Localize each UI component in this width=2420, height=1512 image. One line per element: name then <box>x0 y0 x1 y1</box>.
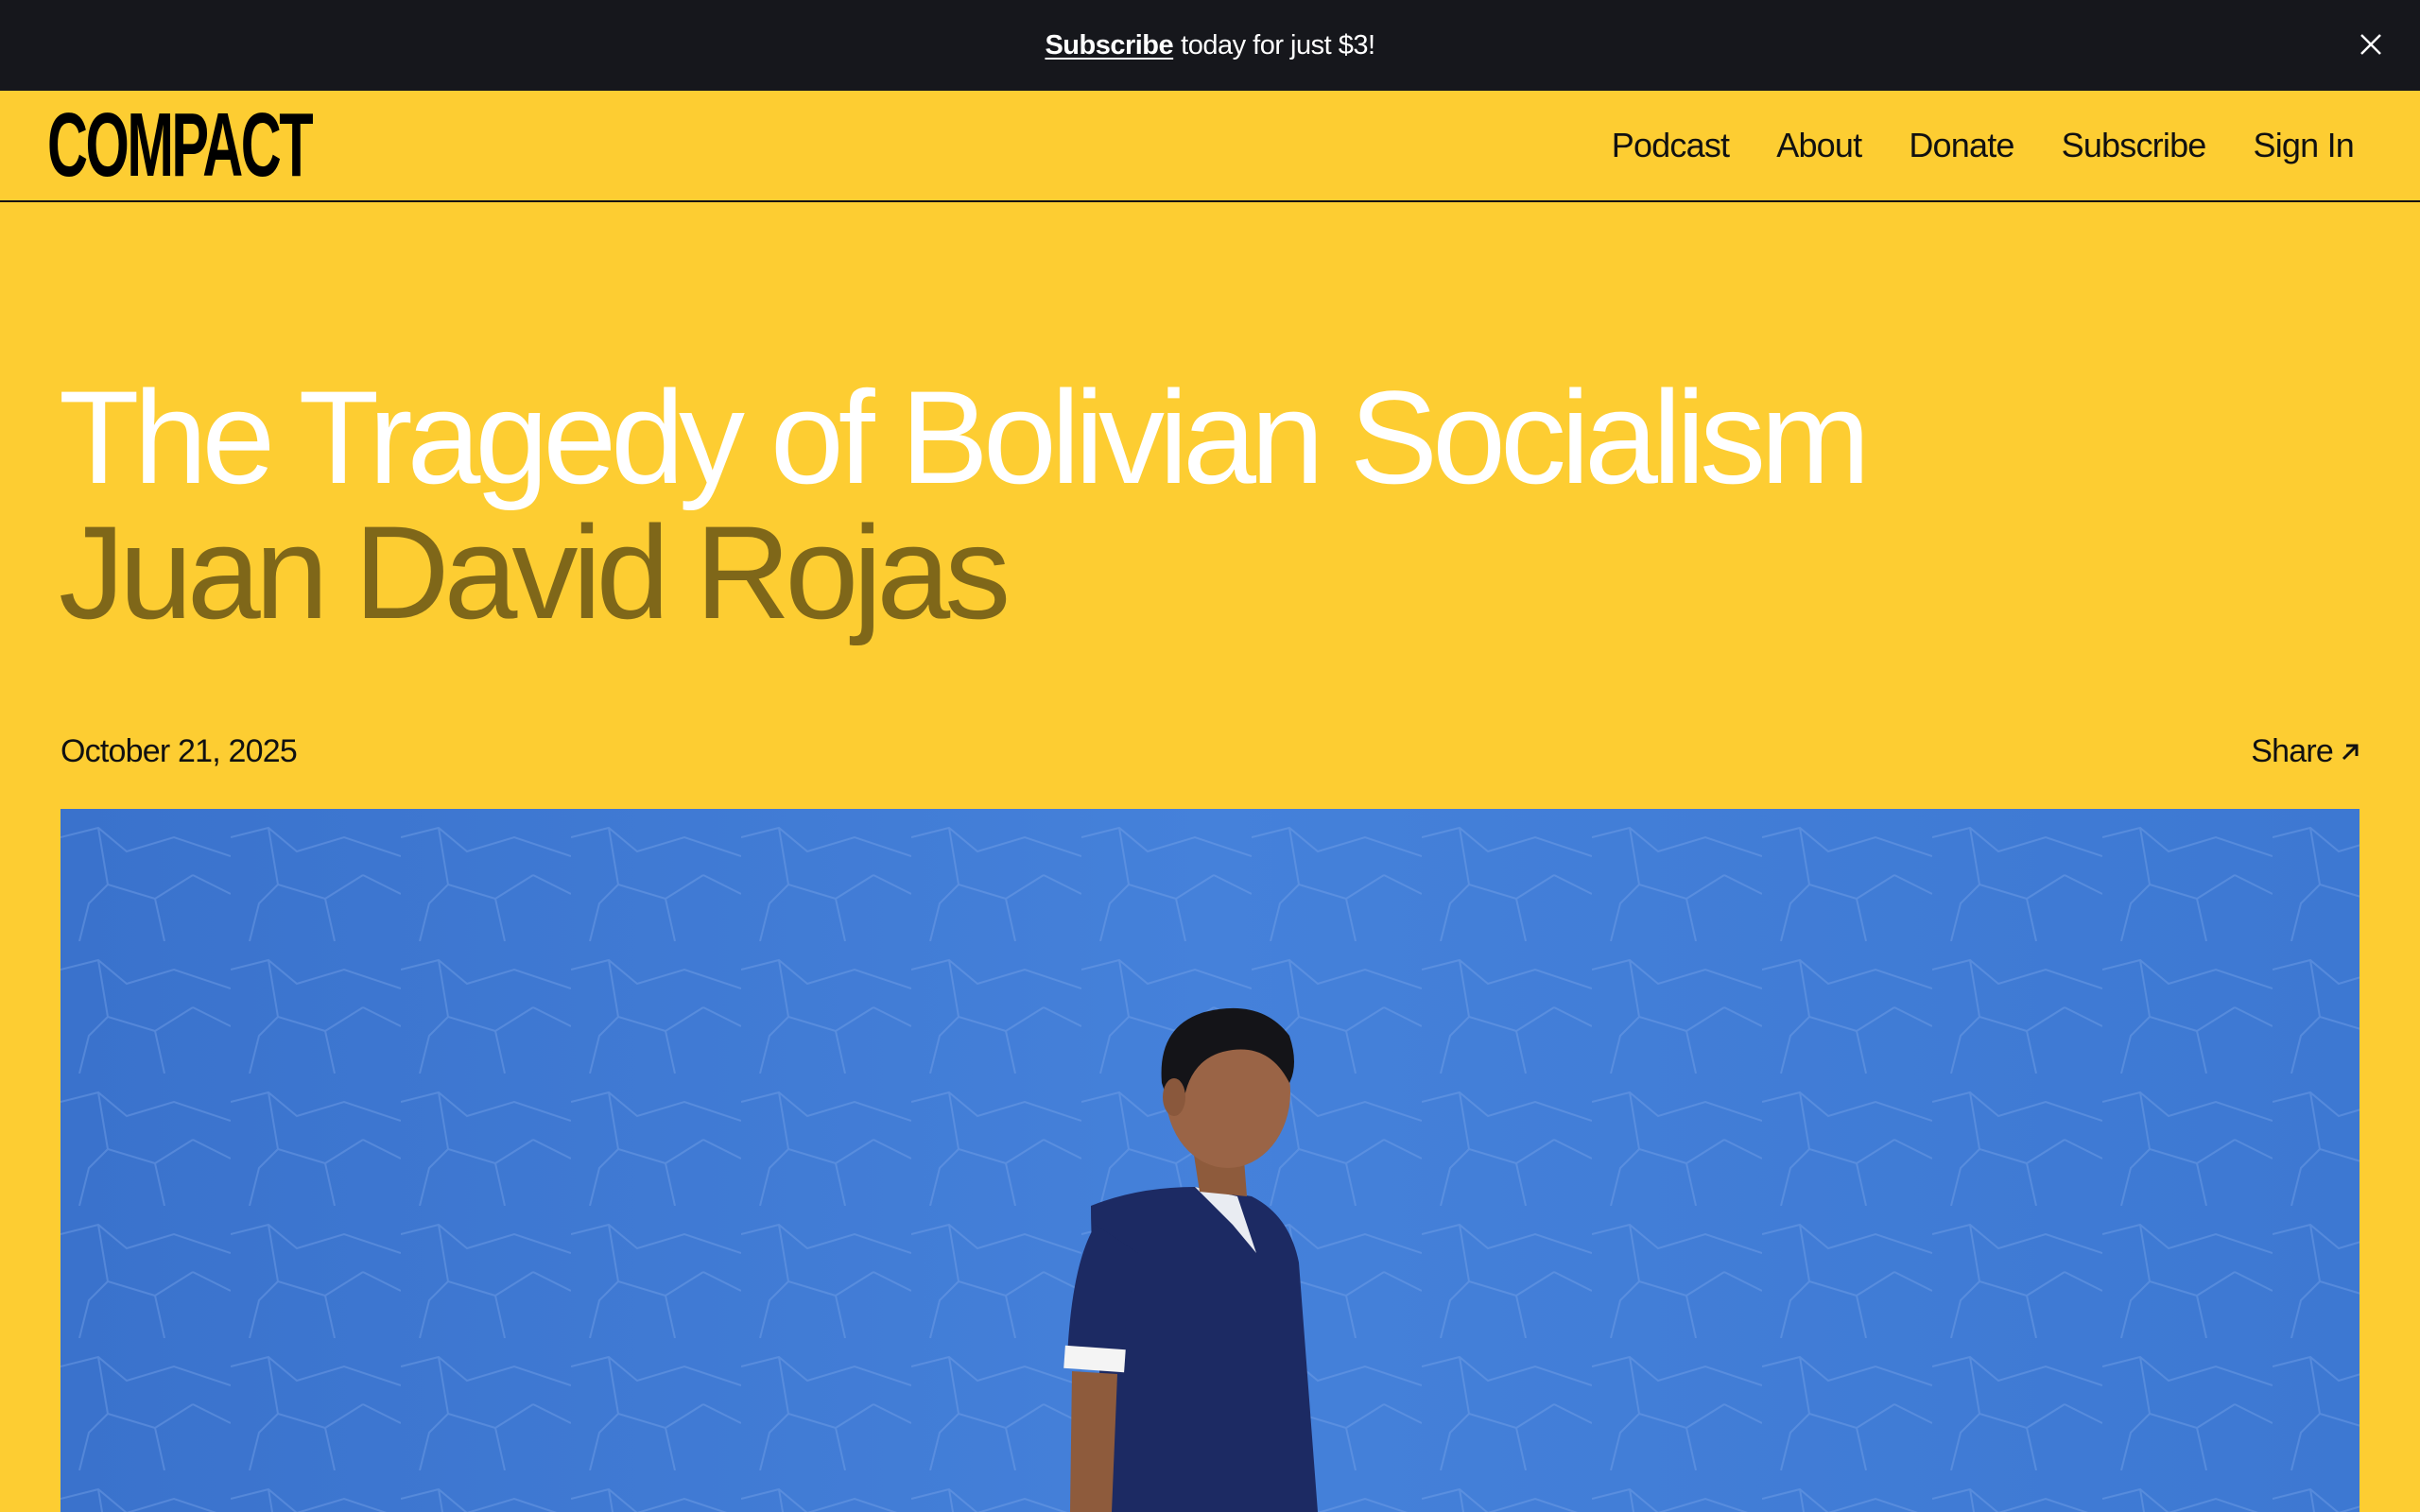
nav-about[interactable]: About <box>1776 126 1862 165</box>
main-nav: Podcast About Donate Subscribe Sign In <box>1612 91 2355 200</box>
article-date: October 21, 2025 <box>60 733 298 769</box>
nav-sign-in[interactable]: Sign In <box>2254 126 2355 165</box>
share-button[interactable]: Share <box>2251 733 2361 770</box>
nav-donate[interactable]: Donate <box>1909 126 2014 165</box>
site-logo[interactable]: COMPACT <box>47 100 314 191</box>
close-icon[interactable] <box>2358 31 2384 58</box>
share-label: Share <box>2251 733 2334 769</box>
arrow-up-right-icon <box>2342 744 2359 760</box>
site-header: COMPACT Podcast About Donate Subscribe S… <box>0 91 2420 202</box>
nav-subscribe[interactable]: Subscribe <box>2062 126 2207 165</box>
promo-text: today for just $3! <box>1181 29 1375 60</box>
nav-podcast[interactable]: Podcast <box>1612 126 1730 165</box>
hero-image <box>60 809 2360 1512</box>
promo-bar: Subscribe today for just $3! <box>0 0 2420 91</box>
hero-photo-illustration <box>60 809 2360 1512</box>
article-author[interactable]: Juan David Rojas <box>59 506 1011 640</box>
article-title: The Tragedy of Bolivian Socialism <box>59 363 1871 511</box>
promo-subscribe-link[interactable]: Subscribe <box>1045 30 1173 61</box>
